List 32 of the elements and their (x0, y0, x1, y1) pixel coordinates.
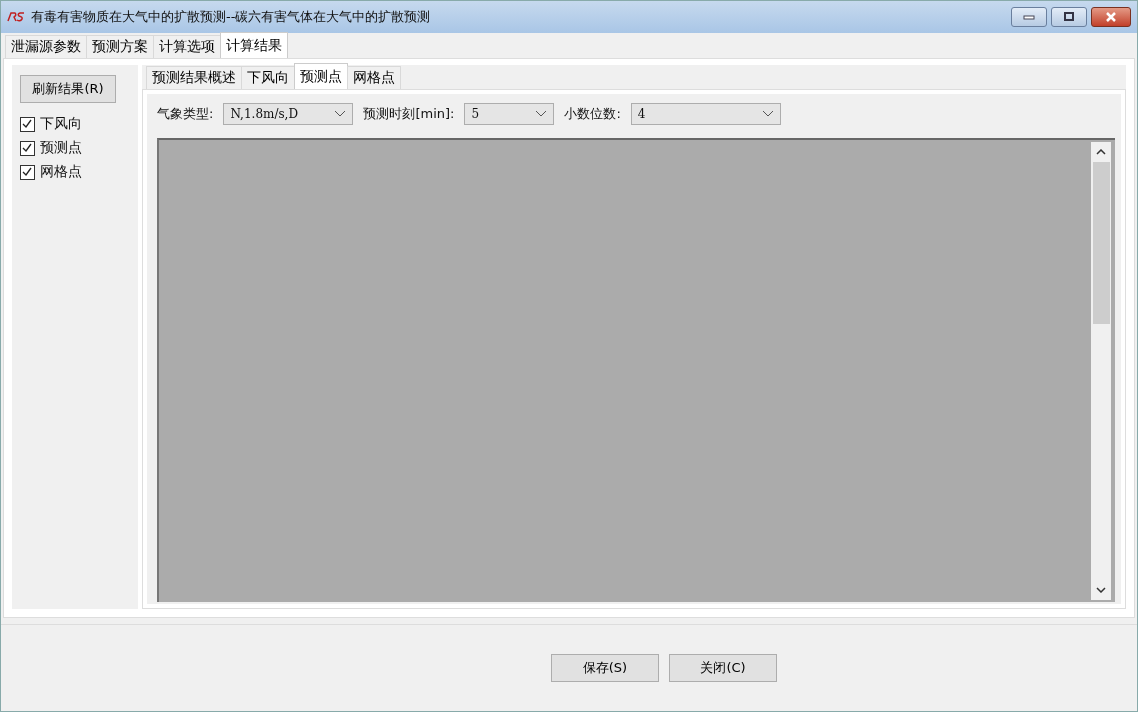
dropdown[interactable]: 5 (464, 103, 555, 125)
tab[interactable]: 网格点 (347, 66, 401, 89)
tab[interactable]: 预测点 (294, 63, 348, 89)
scrollbar[interactable] (1091, 142, 1111, 600)
caret-icon (334, 110, 347, 118)
tab[interactable]: 泄漏源参数 (5, 35, 87, 58)
filter-label: 小数位数: (564, 105, 621, 123)
maximize-button[interactable] (1051, 7, 1087, 27)
checkbox[interactable] (20, 164, 35, 180)
caret-icon (535, 110, 548, 118)
close-button[interactable] (1091, 7, 1131, 27)
app-logo-icon (7, 12, 25, 22)
scroll-thumb[interactable] (1092, 162, 1110, 324)
filter-label: 预测时刻[min]: (363, 105, 455, 123)
checkbox-label: 网格点 (40, 163, 82, 181)
checkbox[interactable] (20, 140, 35, 156)
maximize-icon (1063, 12, 1075, 22)
checkbox[interactable] (20, 116, 35, 132)
tab[interactable]: 计算结果 (220, 32, 288, 58)
dropdown[interactable]: 4 (630, 103, 781, 125)
minimize-icon (1023, 14, 1035, 20)
dialog-button[interactable]: 保存(S) (551, 654, 659, 682)
caret-icon (761, 110, 774, 118)
dialog-button[interactable]: 关闭(C) (669, 654, 777, 682)
dropdown[interactable]: N,1.8m/s,D (223, 103, 354, 125)
checkbox-label: 下风向 (40, 115, 82, 133)
close-icon (1104, 12, 1118, 22)
tab[interactable]: 预测结果概述 (146, 66, 242, 89)
checkbox-label: 预测点 (40, 139, 82, 157)
window-title: 有毒有害物质在大气中的扩散预测--碳六有害气体在大气中的扩散预测 (31, 8, 432, 26)
filter-label: 气象类型: (157, 105, 214, 123)
refresh-button[interactable]: 刷新结果(R) (20, 75, 116, 103)
